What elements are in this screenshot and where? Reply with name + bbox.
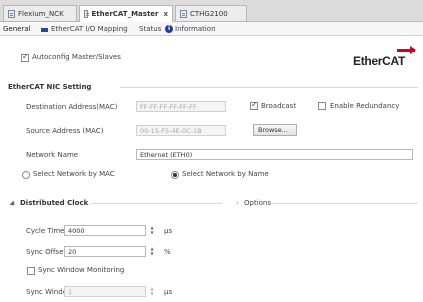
sync-window-monitoring-checkbox[interactable] <box>27 267 35 275</box>
select-by-mac-radio[interactable] <box>22 171 30 179</box>
info-icon: i <box>165 25 173 33</box>
sync-offset-unit: % <box>164 248 171 256</box>
options-expand-icon[interactable]: › <box>236 199 239 207</box>
select-by-mac-label: Select Network by MAC <box>33 170 115 178</box>
network-name-field[interactable]: Ethernet (ETH0) <box>136 149 413 160</box>
redundancy-checkbox[interactable] <box>318 102 326 110</box>
ethercat-logo-text: EtherCAT <box>353 54 406 68</box>
network-name-label: Network Name <box>26 151 79 159</box>
cycle-time-field[interactable]: 4000 <box>64 225 146 236</box>
sync-offset-label: Sync Offset <box>26 248 67 256</box>
collapse-arrow-icon[interactable] <box>9 200 17 208</box>
sync-window-stepper[interactable]: ▲ ▼ <box>149 286 155 297</box>
select-by-name-label: Select Network by Name <box>182 170 269 178</box>
tab-close-icon[interactable]: x <box>163 10 168 18</box>
sync-window-monitoring-label: Sync Window Monitoring <box>38 266 125 274</box>
cycle-time-unit: µs <box>164 227 173 235</box>
dest-address-label: Destination Address(MAC) <box>26 103 118 111</box>
tab-label: Flexium_NCK <box>18 9 64 18</box>
dc-section-title: Distributed Clock <box>20 199 89 207</box>
subtab-status[interactable]: Status <box>139 25 161 33</box>
source-address-field[interactable]: 00-15-F5-4E-0C-1B <box>136 125 226 136</box>
broadcast-label: Broadcast <box>261 102 297 110</box>
subtab-io-mapping[interactable]: EtherCAT I/O Mapping <box>51 25 128 33</box>
subtab-information[interactable]: Information <box>175 25 216 33</box>
ethercat-mapping-icon <box>41 28 48 32</box>
tab-flexium-nck[interactable]: Flexium_NCK <box>3 5 77 21</box>
tab-cthg2100[interactable]: CTHG2100 <box>175 5 247 21</box>
logo-arrow-head-icon <box>410 46 416 54</box>
autoconfig-label: Autoconfig Master/Slaves <box>32 53 121 61</box>
cycle-time-label: Cycle Time <box>26 227 65 235</box>
tab-label: CTHG2100 <box>190 9 228 18</box>
options-separator <box>272 203 418 204</box>
tab-ethercat-master[interactable]: EtherCAT_Master x <box>79 5 173 22</box>
dc-separator <box>90 203 222 204</box>
sync-offset-field[interactable]: 20 <box>64 246 146 257</box>
sync-window-unit: µs <box>164 288 173 296</box>
document-icon <box>84 10 90 18</box>
cycle-time-stepper[interactable]: ▲ ▼ <box>149 225 155 236</box>
broadcast-checkbox[interactable] <box>250 100 258 110</box>
document-icon <box>180 9 187 18</box>
tab-label: EtherCAT_Master <box>91 10 159 18</box>
redundancy-label: Enable Redundancy <box>330 102 400 110</box>
ethercat-logo: EtherCAT <box>353 46 416 72</box>
autoconfig-checkbox[interactable] <box>21 52 29 62</box>
browse-button[interactable]: Browse... <box>253 124 297 136</box>
nic-section-title: EtherCAT NIC Setting <box>8 83 92 91</box>
sync-window-field[interactable]: 1 <box>64 286 146 297</box>
nic-separator <box>120 87 418 88</box>
source-address-label: Source Address (MAC) <box>26 127 104 135</box>
sync-offset-stepper[interactable]: ▲ ▼ <box>149 246 155 257</box>
subtab-general[interactable]: General <box>3 25 31 33</box>
dest-address-field[interactable]: FF-FF-FF-FF-FF-FF <box>136 101 226 112</box>
select-by-name-radio[interactable] <box>171 171 179 179</box>
document-icon <box>8 9 15 18</box>
options-section-title: Options <box>244 199 272 207</box>
